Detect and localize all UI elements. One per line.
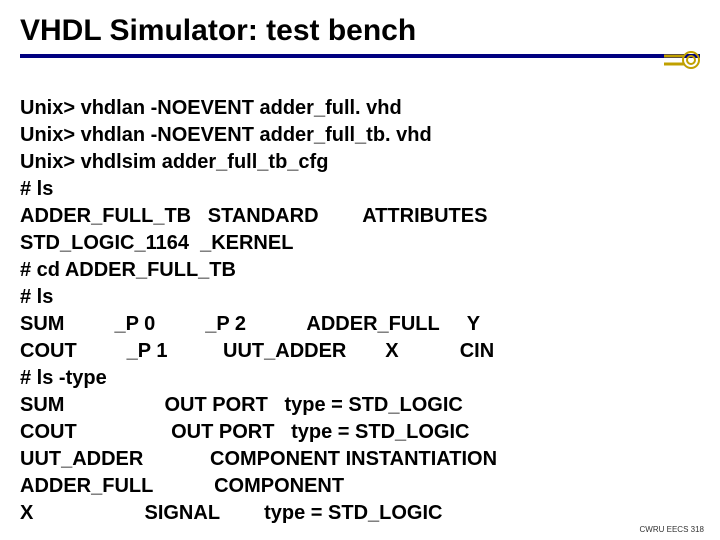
output-line: COUT OUT PORT type = STD_LOGIC bbox=[20, 421, 470, 443]
output-line: UUT_ADDER COMPONENT INSTANTIATION bbox=[20, 448, 497, 470]
output-line: # ls bbox=[20, 286, 53, 308]
output-line: X SIGNAL type = STD_LOGIC bbox=[20, 502, 443, 524]
cmd-line: Unix> vhdlan -NOEVENT adder_full_tb. vhd bbox=[20, 124, 432, 146]
output-line: # cd ADDER_FULL_TB bbox=[20, 259, 236, 281]
output-line: SUM OUT PORT type = STD_LOGIC bbox=[20, 394, 463, 416]
decorative-icon bbox=[664, 50, 700, 70]
output-line: COUT _P 1 UUT_ADDER X CIN bbox=[20, 340, 494, 362]
output-line: # ls bbox=[20, 178, 53, 200]
output-line: STD_LOGIC_1164 _KERNEL bbox=[20, 232, 293, 254]
footer-text: CWRU EECS 318 bbox=[640, 525, 704, 534]
terminal-output: Unix> vhdlan -NOEVENT adder_full. vhd Un… bbox=[20, 68, 700, 527]
output-line: ADDER_FULL_TB STANDARD ATTRIBUTES bbox=[20, 205, 487, 227]
output-line: # ls -type bbox=[20, 367, 107, 389]
title-divider bbox=[20, 54, 700, 58]
slide: VHDL Simulator: test bench Unix> vhdlan … bbox=[0, 0, 720, 540]
output-line: ADDER_FULL COMPONENT bbox=[20, 475, 344, 497]
page-title: VHDL Simulator: test bench bbox=[20, 14, 700, 48]
cmd-line: Unix> vhdlan -NOEVENT adder_full. vhd bbox=[20, 97, 402, 119]
output-line: SUM _P 0 _P 2 ADDER_FULL Y bbox=[20, 313, 480, 335]
cmd-line: Unix> vhdlsim adder_full_tb_cfg bbox=[20, 151, 328, 173]
